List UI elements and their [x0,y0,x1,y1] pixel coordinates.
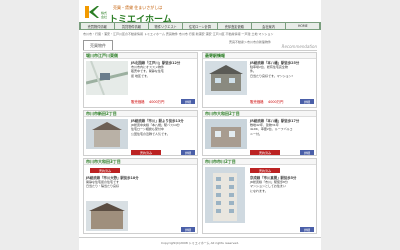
sold-badge: 売約済み [250,168,280,173]
property-photo[interactable] [205,61,247,95]
card-desc-line: 公団住宅の近隣で人気です。 [131,131,170,136]
card-title: 市川市市川2丁目 [203,159,316,165]
main-nav: 売買物件情報 賃貸物件情報 物件リクエスト 住宅ローン計算 売却査定依頼 会社案… [79,22,321,30]
nav-item-assessment[interactable]: 売却査定依頼 [217,23,251,29]
card-title: 市川市大和田2丁目 [203,111,316,117]
divider [79,237,321,238]
house-photo-icon [86,119,128,149]
card-title: 最寄駅情報 [203,53,316,59]
breadcrumb: 市川市・行徳・浦安・江戸川区の不動産情報 トミエイホーム 売買物件 市川市 行徳… [83,32,274,36]
card-price: 販売価格 4000万円 [131,100,165,104]
property-photo[interactable] [205,167,245,223]
property-card[interactable]: 最寄駅情報 JR総武線「本八幡」駅徒歩25分 駐車場2台、総有住宅完全物 件。 … [202,52,317,108]
footer: Copyright(C)2008 トミエイホーム All rights rese… [79,237,321,250]
detail-button[interactable]: 詳細 [300,150,314,155]
section-header: 売買物件 Recommendation [79,40,321,51]
section-path: 売買不動産＞市川市の新築物件 [229,40,272,44]
company-logo-icon[interactable] [85,4,99,20]
section-recommend: Recommendation [281,44,317,49]
property-photo[interactable] [86,201,128,231]
copyright: Copyright(C)2008 トミエイホーム All rights rese… [161,241,239,245]
divider [83,49,317,51]
detail-button[interactable]: 詳細 [300,227,314,232]
card-title: 市川市大和田3丁目 [84,159,197,165]
card-desc-line: 日当たり・陽当たり良好 [86,184,120,189]
nav-item-rent[interactable]: 賃貸物件情報 [114,23,149,29]
card-desc-line: 街 地区です。 [131,73,150,78]
card-desc-line: ニー付。 [250,131,263,136]
section-tab: 売買物件 [83,40,113,50]
map-icon [86,61,128,95]
property-card[interactable]: 堀川市江戸川東側 JR北国線「江戸川」駅徒歩12分 市川市内にオススメ物件 販売… [83,52,198,108]
card-desc-line: 日当たり良好です。マンション! [250,73,293,78]
sold-badge: 売約済み [131,150,161,155]
property-card[interactable]: 市川市大和田3丁目 売約済み JR総武線「市川大野」駅徒歩18分 閑静な住宅街の… [83,158,198,234]
property-photo[interactable] [86,119,128,149]
nav-item-sale[interactable]: 売買物件情報 [80,23,114,29]
card-desc-line: になれます。 [250,188,268,193]
page: 売買・賃貸 住まいさがしは 株式会社 トミエイホーム 売買物件情報 賃貸物件情報… [79,0,321,250]
detail-button[interactable]: 詳細 [300,99,314,104]
brand-small: 株式会社 [101,11,108,19]
detail-button[interactable]: 詳細 [181,227,195,232]
property-map-image[interactable] [86,61,128,95]
detail-button[interactable]: 詳細 [181,150,195,155]
building-photo-icon [205,167,245,223]
detail-button[interactable]: 詳細 [181,99,195,104]
tagline: 売買・賃貸 住まいさがしは [113,5,163,10]
property-card[interactable]: 市川市新田2丁目 JR総武線「市川」駅より徒歩13分 JR総武中央線「本八幡」駅… [83,110,198,156]
card-title: 市川市新田2丁目 [84,111,197,117]
property-card[interactable]: 市川市大和田2丁目 JR総武線「本八幡」駅徒歩17分 敷地42坪、建物31坪 4… [202,110,317,156]
house-photo-icon [205,119,247,149]
house-photo-icon [86,201,128,231]
property-card[interactable]: 市川市市川2丁目 売約済み 京成線「市川真間」駅徒歩5分 JR総武線「市川」駅徒… [202,158,317,234]
nav-item-home[interactable]: HOME [286,23,320,29]
sold-badge: 売約済み [250,150,280,155]
header: 売買・賃貸 住まいさがしは 株式会社 トミエイホーム 売買物件情報 賃貸物件情報… [79,0,321,30]
card-title: 堀川市江戸川東側 [84,53,197,59]
nav-item-company[interactable]: 会社案内 [251,23,286,29]
card-price: 販売価格 4000万円 [250,100,284,104]
nav-item-loan[interactable]: 住宅ローン計算 [183,23,217,29]
house-photo-icon [205,61,247,95]
nav-item-request[interactable]: 物件リクエスト [149,23,183,29]
property-photo[interactable] [205,119,247,149]
sold-badge: 売約済み [90,168,120,173]
